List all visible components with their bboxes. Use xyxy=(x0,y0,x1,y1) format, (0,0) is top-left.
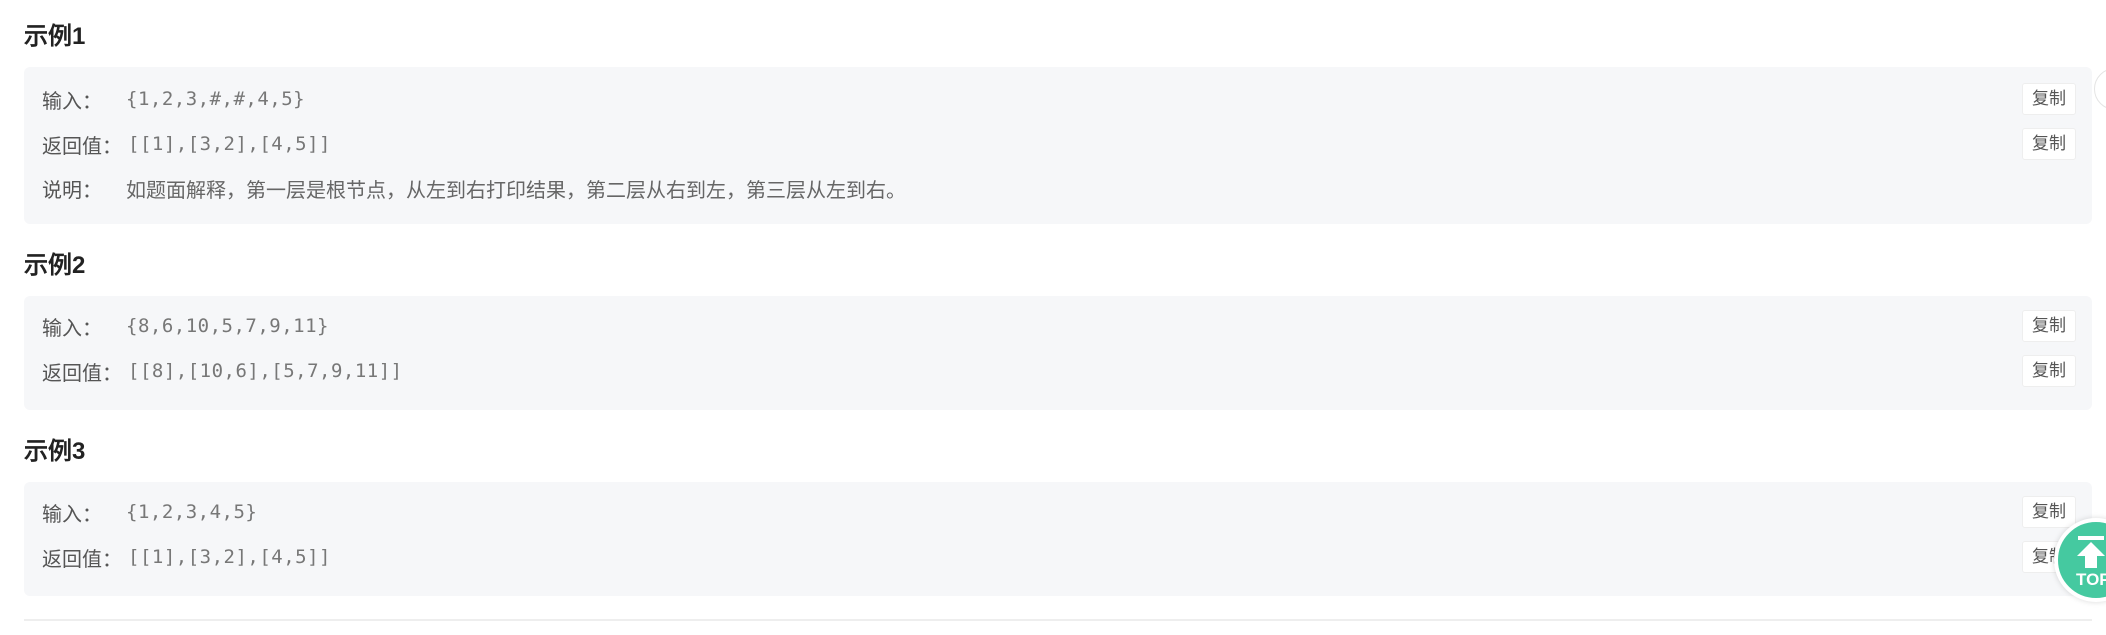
example-2-input-row: 输入： {8,6,10,5,7,9,11} 复制 xyxy=(42,309,2092,343)
input-label: 输入： xyxy=(42,503,102,526)
return-label: 返回值： xyxy=(42,135,122,158)
copy-input-button[interactable]: 复制 xyxy=(2022,310,2076,342)
copy-return-button[interactable]: 复制 xyxy=(2022,128,2076,160)
example-2-box: 输入： {8,6,10,5,7,9,11} 复制 返回值： [[8],[10,6… xyxy=(24,296,2092,410)
example-1-input-row: 输入： {1,2,3,#,#,4,5} 复制 xyxy=(42,82,2092,116)
note-value: 如题面解释，第一层是根节点，从左到右打印结果，第二层从右到左，第三层从左到右。 xyxy=(126,179,906,202)
return-value: [[1],[3,2],[4,5]] xyxy=(128,546,331,568)
copy-return-button[interactable]: 复制 xyxy=(2022,355,2076,387)
arrow-up-to-top-icon xyxy=(2077,536,2105,568)
input-value: {1,2,3,#,#,4,5} xyxy=(126,88,306,110)
side-panel-toggle[interactable] xyxy=(2094,68,2106,110)
example-1-note-row: 说明： 如题面解释，第一层是根节点，从左到右打印结果，第二层从右到左，第三层从左… xyxy=(42,171,2092,205)
input-label: 输入： xyxy=(42,90,102,113)
return-value: [[1],[3,2],[4,5]] xyxy=(128,133,331,155)
example-3-input-row: 输入： {1,2,3,4,5} 复制 xyxy=(42,495,2092,529)
example-3-return-row: 返回值： [[1],[3,2],[4,5]] 复制 xyxy=(42,540,2092,574)
return-value: [[8],[10,6],[5,7,9,11]] xyxy=(128,360,403,382)
example-1-title: 示例1 xyxy=(24,23,86,50)
example-2-return-row: 返回值： [[8],[10,6],[5,7,9,11]] 复制 xyxy=(42,354,2092,388)
example-3-box: 输入： {1,2,3,4,5} 复制 返回值： [[1],[3,2],[4,5]… xyxy=(24,482,2092,596)
example-3-title: 示例3 xyxy=(24,438,86,465)
copy-input-button[interactable]: 复制 xyxy=(2022,83,2076,115)
example-1-box: 输入： {1,2,3,#,#,4,5} 复制 返回值： [[1],[3,2],[… xyxy=(24,67,2092,224)
input-label: 输入： xyxy=(42,317,102,340)
section-divider xyxy=(24,619,2092,621)
return-label: 返回值： xyxy=(42,548,122,571)
input-value: {8,6,10,5,7,9,11} xyxy=(126,315,329,337)
copy-input-button[interactable]: 复制 xyxy=(2022,496,2076,528)
back-to-top-label: TOP xyxy=(2076,570,2106,589)
return-label: 返回值： xyxy=(42,362,122,385)
example-2-title: 示例2 xyxy=(24,252,86,279)
example-1-return-row: 返回值： [[1],[3,2],[4,5]] 复制 xyxy=(42,127,2092,161)
note-label: 说明： xyxy=(42,179,102,202)
input-value: {1,2,3,4,5} xyxy=(126,501,258,523)
